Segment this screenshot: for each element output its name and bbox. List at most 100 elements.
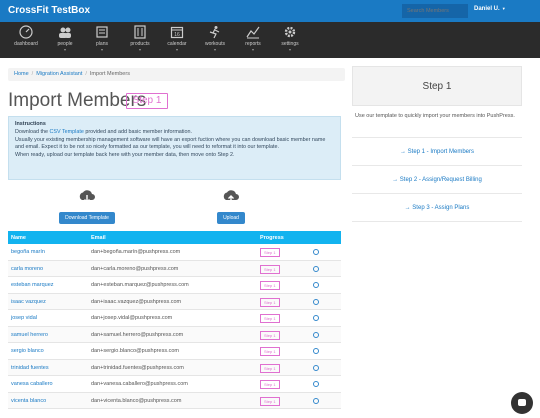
member-email: dan+sergio.blanco@pushpress.com: [91, 348, 179, 354]
progress-circle-icon: [313, 364, 319, 371]
member-name-link[interactable]: begoña marín: [11, 249, 45, 255]
table-row: esteban marquez dan+esteban.marquez@pushp…: [8, 277, 341, 294]
member-name-link[interactable]: carla moreno: [11, 266, 43, 272]
member-email: dan+josep.vidal@pushpress.com: [91, 315, 173, 321]
chat-icon[interactable]: [511, 392, 533, 414]
step-2-link[interactable]: → Step 2 - Assign/Request Billing: [352, 166, 522, 194]
products-icon: [134, 25, 146, 39]
table-row: trinidad fuentes dan+trinidad.fuentes@pus…: [8, 359, 341, 376]
member-name-link[interactable]: sergio blanco: [11, 348, 44, 354]
instructions-line-2: Usually your existing membership managem…: [15, 136, 326, 151]
table-row: isaac vazquez dan+isaac.vazquez@pushpress…: [8, 293, 341, 310]
breadcrumb-separator: /: [85, 71, 87, 77]
nav-item-reports[interactable]: reports ▾: [234, 25, 272, 52]
breadcrumb-parent[interactable]: Migration Assistant: [36, 71, 82, 77]
instructions-line-1: Download the CSV Template provided and a…: [15, 129, 334, 137]
nav-item-settings[interactable]: settings ▾: [271, 25, 309, 52]
step-1-link[interactable]: → Step 1 - Import Members: [352, 138, 522, 166]
table-header: Name Email Progress: [8, 231, 341, 244]
member-email: dan+carla.moreno@pushpress.com: [91, 265, 179, 272]
progress-step-badge: Step 1: [260, 314, 280, 323]
progress-circle-icon: [313, 397, 319, 404]
progress-step-badge: Step 1: [260, 264, 280, 274]
breadcrumb-home[interactable]: Home: [14, 71, 29, 77]
svg-text:16: 16: [174, 32, 180, 38]
chevron-down-icon: ▼: [501, 6, 506, 11]
breadcrumb-current: Import Members: [89, 71, 130, 77]
member-name-link[interactable]: trinidad fuentes: [11, 365, 49, 371]
breadcrumb-separator: /: [31, 71, 34, 77]
column-header-progress[interactable]: Progress: [260, 235, 284, 241]
progress-step-badge: Step 1: [260, 396, 280, 406]
instructions-text: provided and add basic member informatio…: [83, 128, 192, 135]
instructions-heading: Instructions: [15, 121, 46, 127]
nav-item-dashboard[interactable]: dashboard: [7, 25, 45, 47]
chevron-down-icon: ▾: [213, 47, 216, 52]
member-email: dan+vicenta.blanco@pushpress.com: [91, 397, 182, 404]
cloud-upload-icon: [223, 190, 239, 203]
members-table: Name Email Progress begoña marín dan+bego…: [8, 231, 341, 409]
breadcrumb: Home / Migration Assistant / Import Members: [8, 68, 345, 81]
member-email: dan+trinidad.fuentes@pushpress.com: [91, 364, 184, 371]
chevron-down-icon: ▾: [138, 47, 141, 52]
nav-item-plans[interactable]: plans ▾: [83, 25, 121, 52]
dashboard-icon: [19, 25, 33, 39]
chevron-down-icon: ▾: [63, 47, 66, 52]
member-email: dan+isaac.vazquez@pushpress.com: [91, 298, 182, 305]
member-email: dan+vanesa.caballero@pushpress.com: [91, 381, 188, 387]
upload-action: Upload: [213, 188, 249, 224]
progress-circle-icon: [313, 265, 319, 272]
progress-step-badge: Step 1: [260, 363, 280, 373]
progress-step-badge: Step 1: [260, 330, 280, 340]
nav-item-calendar[interactable]: 16 calendar ▾: [158, 25, 196, 52]
reports-icon: [246, 26, 260, 39]
instructions-panel: Instructions Download the CSV Template p…: [8, 116, 341, 180]
column-header-email[interactable]: Email: [91, 235, 106, 241]
progress-step-badge: Step 1: [260, 297, 280, 307]
nav-item-products[interactable]: products ▾: [121, 25, 159, 52]
progress-step-badge: Step 1: [260, 380, 280, 389]
brand-title[interactable]: CrossFit TestBox: [8, 5, 90, 16]
progress-step-badge: Step 1: [260, 347, 280, 356]
member-name-link[interactable]: esteban marquez: [11, 282, 54, 288]
upload-button[interactable]: Upload: [217, 212, 245, 224]
table-body: begoña marín dan+begoña.marín@pushpress.c…: [8, 244, 341, 409]
user-name: Daniel U.: [474, 6, 500, 12]
member-name-link[interactable]: isaac vazquez: [11, 299, 46, 305]
people-icon: [59, 27, 71, 38]
progress-circle-icon: [313, 348, 319, 354]
column-header-name[interactable]: Name: [11, 235, 26, 241]
instructions-text: Download the: [15, 128, 50, 135]
nav-item-people[interactable]: people ▾: [46, 25, 84, 52]
chevron-down-icon: ▾: [175, 47, 178, 52]
download-template-button[interactable]: Download Template: [59, 212, 115, 224]
chevron-down-icon: ▾: [251, 47, 254, 52]
member-email: dan+begoña.marín@pushpress.com: [91, 249, 181, 255]
progress-step-badge: Step 1: [260, 248, 280, 257]
member-name-link[interactable]: josep vidal: [11, 315, 37, 321]
workouts-icon: [209, 26, 220, 39]
download-action: Download Template: [58, 188, 116, 224]
table-row: sergio blanco dan+sergio.blanco@pushpress…: [8, 343, 341, 360]
progress-circle-icon: [313, 381, 319, 387]
progress-circle-icon: [313, 298, 319, 305]
progress-circle-icon: [313, 315, 319, 321]
member-name-link[interactable]: samuel herrero: [11, 332, 48, 338]
top-bar: CrossFit TestBox Daniel U.▼: [0, 0, 540, 22]
member-email: dan+esteban.marquez@pushpress.com: [91, 282, 189, 288]
table-row: vanesa caballero dan+vanesa.caballero@pus…: [8, 376, 341, 393]
table-row: samuel herrero dan+samuel.herrero@pushpre…: [8, 326, 341, 343]
nav-item-workouts[interactable]: workouts ▾: [196, 25, 234, 52]
progress-circle-icon: [313, 282, 319, 288]
step-badge: Step 1: [126, 93, 168, 109]
step-3-link[interactable]: → Step 3 - Assign Plans: [352, 194, 522, 222]
plans-icon: [96, 26, 108, 38]
chevron-down-icon: ▾: [100, 47, 103, 52]
member-name-link[interactable]: vanesa caballero: [11, 381, 53, 387]
user-menu[interactable]: Daniel U. ▼: [474, 6, 506, 12]
search-input[interactable]: [402, 4, 468, 18]
member-name-link[interactable]: vicenta blanco: [11, 398, 46, 404]
cloud-download-icon: [79, 190, 95, 203]
csv-template-link[interactable]: CSV Template: [49, 129, 83, 135]
table-row: vicenta blanco dan+vicenta.blanco@pushpre…: [8, 392, 341, 409]
